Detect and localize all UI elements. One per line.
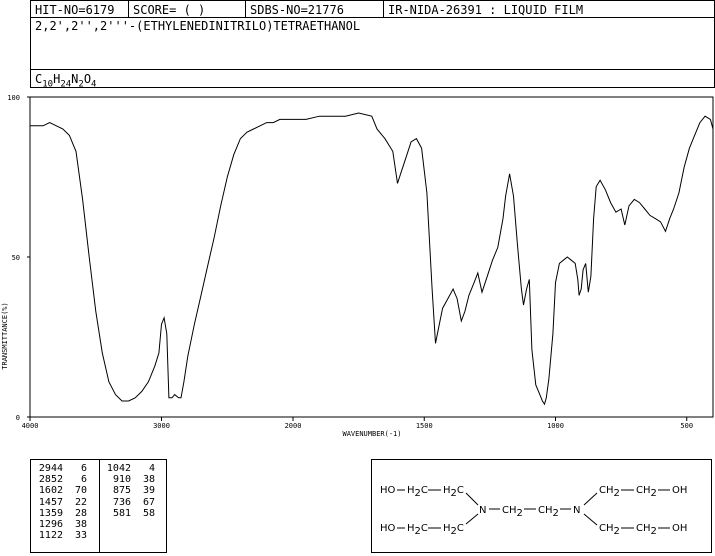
peak-row: 875 39 xyxy=(99,485,155,496)
peak-transmittance: 70 xyxy=(74,485,87,497)
bond xyxy=(583,492,598,506)
peak-row: 1457 22 xyxy=(31,497,87,508)
peak-transmittance: 6 xyxy=(80,463,87,474)
y-axis-label: TRANSMITTANCE(%) xyxy=(1,302,9,369)
peak-row: 1296 38 xyxy=(31,519,87,530)
peak-wavenumber: 2852 xyxy=(38,474,63,486)
peak-wavenumber: 1602 xyxy=(38,485,63,497)
ch2-label: CH2 xyxy=(599,523,620,537)
x-tick-label: 2000 xyxy=(285,422,302,430)
peak-row: 910 38 xyxy=(99,474,155,485)
peak-transmittance: 28 xyxy=(74,507,87,519)
peak-table: 2944 6 2852 6 1602 70 1457 22 1359 28 1296 38 1122 33… xyxy=(30,459,167,553)
peak-wavenumber: 736 xyxy=(112,496,131,508)
peak-row: 2944 6 xyxy=(31,463,87,474)
bond xyxy=(465,513,479,525)
x-tick-label: 1500 xyxy=(416,422,433,430)
peak-row: 1602 70 xyxy=(31,485,87,496)
peak-transmittance: 39 xyxy=(142,485,155,497)
peak-transmittance: 67 xyxy=(142,496,155,508)
peak-row: 1042 4 xyxy=(99,463,155,474)
h2c-label: H2C xyxy=(443,485,464,499)
ir-spectrum-chart: 4000 3000 2000 1500 1000 500 0 50 100 WAVENUMBER… xyxy=(1,94,714,438)
peak-transmittance: 58 xyxy=(142,507,155,519)
hydroxyl-label: OH xyxy=(672,485,687,496)
peak-wavenumber: 1122 xyxy=(38,530,63,542)
peak-wavenumber: 1042 xyxy=(106,463,131,474)
ch2-label: CH2 xyxy=(636,523,657,537)
nitrogen-label: N xyxy=(479,505,486,516)
peak-transmittance: 6 xyxy=(80,474,87,486)
y-tick-label: 50 xyxy=(12,254,20,262)
structure-svg: HO H2C H2C HO H2C H2C N CH2 CH2 N CH2 CH… xyxy=(380,485,687,537)
ch2-label: CH2 xyxy=(502,505,523,519)
peak-wavenumber: 1296 xyxy=(38,519,63,531)
h2c-label: H2C xyxy=(443,523,464,537)
header-bar: HIT-NO=6179 SCORE= ( ) SDBS-NO=21776 IR-… xyxy=(30,0,715,19)
compound-name: 2,2',2'',2'''-(ETHYLENEDINITRILO)TETRAET… xyxy=(35,19,361,33)
peak-wavenumber: 1457 xyxy=(38,496,63,508)
x-tick-label: 4000 xyxy=(22,422,39,430)
peak-transmittance: 38 xyxy=(74,519,87,531)
peak-transmittance: 38 xyxy=(142,474,155,486)
peak-wavenumber: 1359 xyxy=(38,507,63,519)
molecular-formula: C10H24N2O4 xyxy=(35,72,97,90)
x-tick-label: 500 xyxy=(680,422,693,430)
y-tick-label: 100 xyxy=(7,94,20,102)
h2c-label: H2C xyxy=(407,523,428,537)
plot-frame xyxy=(29,96,714,418)
bond xyxy=(583,513,598,526)
y-tick-label: 0 xyxy=(16,414,20,422)
peak-transmittance: 33 xyxy=(74,530,87,542)
peak-wavenumber: 910 xyxy=(112,474,131,486)
peak-transmittance: 4 xyxy=(148,463,155,474)
hydroxyl-label: OH xyxy=(672,523,687,534)
x-tick-label: 3000 xyxy=(153,422,170,430)
compound-name-box: 2,2',2'',2'''-(ETHYLENEDINITRILO)TETRAET… xyxy=(30,17,715,70)
formula-box: C10H24N2O4 xyxy=(30,69,715,90)
peak-wavenumber: 581 xyxy=(112,507,131,519)
peak-wavenumber: 2944 xyxy=(38,463,63,474)
hydroxyl-label: HO xyxy=(380,485,396,496)
peak-wavenumber: 875 xyxy=(112,485,131,497)
x-axis-label: WAVENUMBER(-1) xyxy=(342,430,401,438)
x-tick-label: 1000 xyxy=(547,422,564,430)
h2c-label: H2C xyxy=(407,485,428,499)
ch2-label: CH2 xyxy=(636,485,657,499)
ch2-label: CH2 xyxy=(538,505,559,519)
spectrum-line xyxy=(30,112,714,406)
peak-row: 1122 33 xyxy=(31,530,87,541)
bond xyxy=(465,492,479,506)
structure-diagram: HO H2C H2C HO H2C H2C N CH2 CH2 N CH2 CH… xyxy=(371,459,712,553)
peak-row: 581 58 xyxy=(99,508,155,519)
peak-row: 1359 28 xyxy=(31,508,87,519)
peak-transmittance: 22 xyxy=(74,496,87,508)
peak-row: 2852 6 xyxy=(31,474,87,485)
hydroxyl-label: HO xyxy=(380,523,396,534)
nitrogen-label: N xyxy=(573,505,580,516)
peak-row: 736 67 xyxy=(99,497,155,508)
ch2-label: CH2 xyxy=(599,485,620,499)
